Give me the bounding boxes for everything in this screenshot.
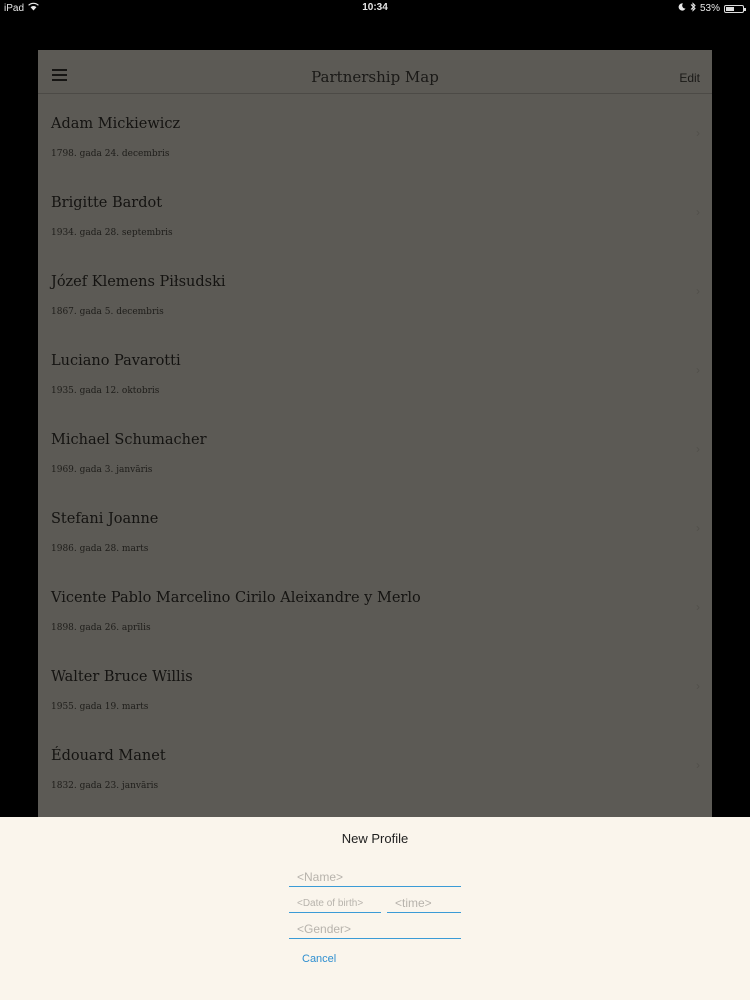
time-input[interactable] [387, 893, 461, 912]
gender-field[interactable] [289, 919, 461, 939]
profile-birth-date: 1898. gada 26. aprīlis [51, 623, 151, 633]
new-profile-sheet: New Profile Cancel [0, 817, 750, 1000]
time-field[interactable] [387, 893, 461, 913]
profile-row[interactable]: Adam Mickiewicz 1798. gada 24. decembris › [38, 94, 712, 173]
profile-row[interactable]: Stefani Joanne 1986. gada 28. marts › [38, 489, 712, 568]
profile-birth-date: 1986. gada 28. marts [51, 544, 149, 554]
profile-list-panel: Partnership Map Edit Adam Mickiewicz 1798… [38, 50, 712, 817]
page-title: Partnership Map [311, 68, 439, 86]
status-bar: iPad 10:34 53% [0, 0, 750, 16]
profile-name: Walter Bruce Willis [51, 669, 193, 685]
profile-birth-date: 1969. gada 3. janvāris [51, 465, 153, 475]
sheet-title: New Profile [341, 831, 409, 846]
moon-icon [678, 3, 686, 14]
profile-name: Michael Schumacher [51, 432, 207, 448]
profile-birth-date: 1832. gada 23. janvāris [51, 781, 159, 791]
status-right: 53% [678, 2, 746, 15]
profile-row[interactable]: Walter Bruce Willis 1955. gada 19. marts › [38, 647, 712, 726]
chevron-right-icon: › [696, 126, 700, 140]
profile-name: Józef Klemens Piłsudski [51, 274, 226, 290]
profile-row[interactable]: Vicente Pablo Marcelino Cirilo Aleixandr… [38, 568, 712, 647]
chevron-right-icon: › [696, 600, 700, 614]
profile-row[interactable]: Józef Klemens Piłsudski 1867. gada 5. dec… [38, 252, 712, 331]
status-time: 10:34 [362, 2, 388, 13]
chevron-right-icon: › [696, 758, 700, 772]
profile-row[interactable]: Édouard Manet 1832. gada 23. janvāris › [38, 726, 712, 805]
profile-birth-date: 1934. gada 28. septembris [51, 228, 173, 238]
gender-input[interactable] [289, 919, 461, 938]
date-of-birth-input[interactable] [289, 894, 381, 913]
name-field[interactable] [289, 867, 461, 887]
profile-birth-date: 1935. gada 12. oktobris [51, 386, 160, 396]
cancel-button[interactable]: Cancel [302, 953, 336, 965]
battery-percent: 53% [699, 3, 720, 14]
profile-row[interactable]: Brigitte Bardot 1934. gada 28. septembris… [38, 173, 712, 252]
profile-name: Édouard Manet [51, 748, 166, 764]
chevron-right-icon: › [696, 205, 700, 219]
battery-level-fill [726, 6, 734, 11]
profile-birth-date: 1867. gada 5. decembris [51, 307, 164, 317]
chevron-right-icon: › [696, 363, 700, 377]
profile-name: Brigitte Bardot [51, 195, 163, 211]
profile-birth-date: 1955. gada 19. marts [51, 702, 149, 712]
profile-name: Stefani Joanne [51, 511, 159, 527]
chevron-right-icon: › [696, 679, 700, 693]
profile-row[interactable]: Luciano Pavarotti 1935. gada 12. oktobris… [38, 331, 712, 410]
battery-icon [724, 4, 746, 13]
profile-name: Luciano Pavarotti [51, 353, 181, 369]
chevron-right-icon: › [696, 521, 700, 535]
bluetooth-icon [690, 2, 696, 15]
chevron-right-icon: › [696, 284, 700, 298]
profile-row[interactable]: Michael Schumacher 1969. gada 3. janvāris… [38, 410, 712, 489]
profile-name: Adam Mickiewicz [51, 116, 181, 132]
profile-birth-date: 1798. gada 24. decembris [51, 149, 170, 159]
edit-button[interactable]: Edit [679, 71, 700, 85]
date-of-birth-field[interactable] [289, 893, 381, 913]
name-input[interactable] [289, 867, 461, 886]
profile-list: Adam Mickiewicz 1798. gada 24. decembris ›… [38, 94, 712, 805]
chevron-right-icon: › [696, 442, 700, 456]
navigation-bar: Partnership Map Edit [38, 50, 712, 94]
profile-name: Vicente Pablo Marcelino Cirilo Aleixandr… [51, 590, 421, 606]
